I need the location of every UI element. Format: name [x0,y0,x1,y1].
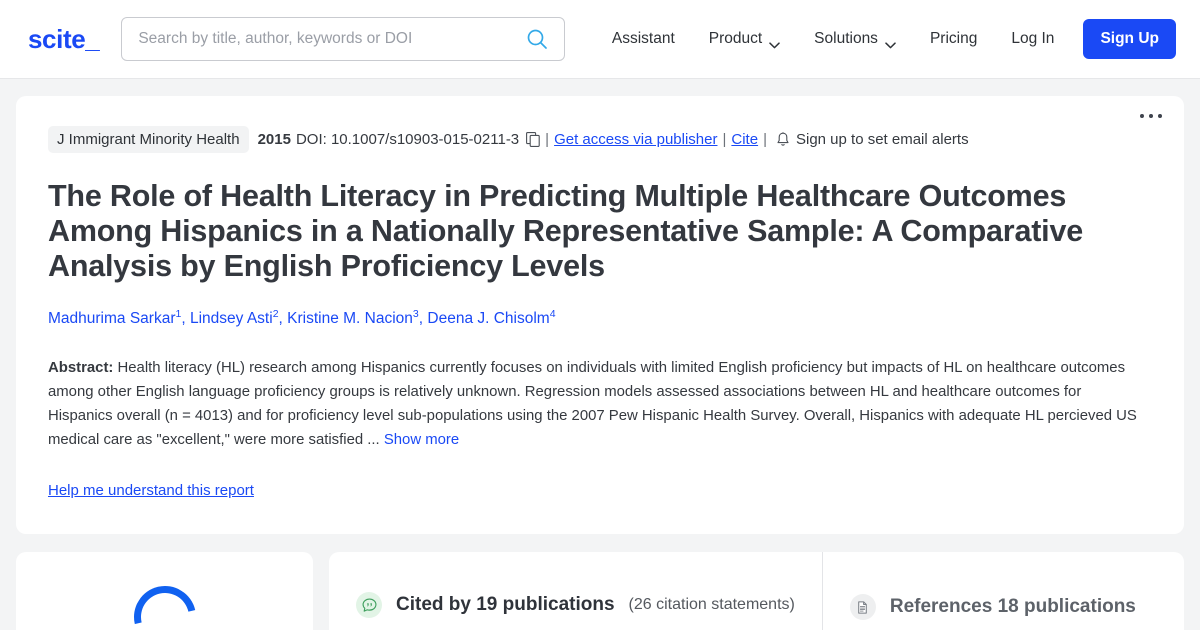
meta-separator: | [722,131,726,148]
show-more-link[interactable]: Show more [384,432,459,448]
site-header: scite_ Assistant Product Solutions Pr [0,0,1200,79]
sign-up-button[interactable]: Sign Up [1083,19,1176,59]
nav-item-login[interactable]: Log In [994,22,1071,56]
bottom-row: Cited by 19 publications (26 citation st… [16,552,1184,630]
dot [1140,114,1144,118]
author-link[interactable]: Deena J. Chisolm4 [427,310,555,327]
meta-separator: | [763,131,767,148]
document-icon [850,594,876,620]
author-name: Madhurima Sarkar [48,310,176,327]
author-name: Lindsey Asti [190,310,273,327]
nav-item-product[interactable]: Product [692,22,797,56]
nav-label: Log In [1011,30,1054,48]
bell-icon[interactable] [776,132,790,148]
main-nav: Assistant Product Solutions Pricing Log … [595,19,1176,59]
nav-item-pricing[interactable]: Pricing [913,22,994,56]
tab-sublabel: (26 citation statements) [629,596,795,614]
paper-meta-row: J Immigrant Minority Health 2015 DOI: 10… [48,126,1152,153]
chevron-down-icon [769,36,780,43]
nav-label: Assistant [612,30,675,48]
tabs-card: Cited by 19 publications (26 citation st… [329,552,1184,630]
nav-label: Pricing [930,30,977,48]
abstract-label: Abstract: [48,360,113,376]
nav-item-solutions[interactable]: Solutions [797,22,913,56]
loading-spinner [122,574,207,630]
copy-icon[interactable] [526,132,540,147]
page-title: The Role of Health Literacy in Predictin… [48,179,1108,283]
tab-label: References 18 publications [890,596,1136,618]
search-input[interactable] [138,30,526,48]
author-name: Kristine M. Nacion [287,310,413,327]
search-icon[interactable] [526,28,548,50]
tab-references[interactable]: References 18 publications [823,552,1163,630]
dot [1149,114,1153,118]
dot [1158,114,1162,118]
tab-label: Cited by 19 publications [396,594,615,616]
abstract: Abstract: Health literacy (HL) research … [48,356,1146,453]
search-box[interactable] [121,17,565,61]
help-understand-report-link[interactable]: Help me understand this report [48,482,254,499]
publication-year: 2015 [258,131,291,148]
doi-text: DOI: 10.1007/s10903-015-0211-3 [296,131,519,148]
quote-bubble-icon [356,592,382,618]
email-alerts-text[interactable]: Sign up to set email alerts [796,131,969,148]
chevron-down-icon [885,36,896,43]
journal-badge[interactable]: J Immigrant Minority Health [48,126,249,153]
authors-list: Madhurima Sarkar1, Lindsey Asti2, Kristi… [48,308,1152,329]
get-access-link[interactable]: Get access via publisher [554,131,717,148]
nav-label: Solutions [814,30,878,48]
author-link[interactable]: Madhurima Sarkar1 [48,310,181,327]
author-name: Deena J. Chisolm [427,310,549,327]
abstract-text: Health literacy (HL) research among Hisp… [48,360,1137,448]
nav-item-assistant[interactable]: Assistant [595,22,692,56]
author-affiliation-marker: 4 [550,308,556,320]
cite-link[interactable]: Cite [731,131,758,148]
author-link[interactable]: Kristine M. Nacion3 [287,310,419,327]
more-options-button[interactable] [1140,114,1162,118]
paper-card: J Immigrant Minority Health 2015 DOI: 10… [16,96,1184,534]
nav-label: Product [709,30,762,48]
meta-separator: | [545,131,549,148]
scite-logo[interactable]: scite_ [28,24,99,55]
author-link[interactable]: Lindsey Asti2 [190,310,279,327]
loading-card [16,552,313,630]
tab-cited-by[interactable]: Cited by 19 publications (26 citation st… [329,552,823,630]
